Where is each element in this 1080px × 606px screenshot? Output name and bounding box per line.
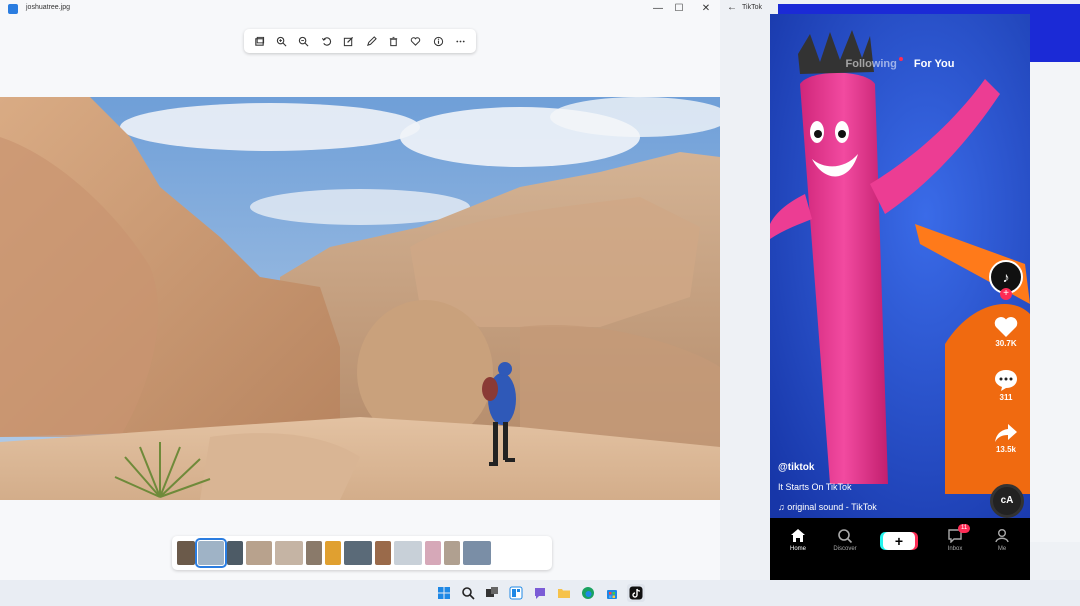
photos-window: joshuatree.jpg — ☐ ✕	[0, 0, 720, 580]
filmstrip-thumbnail[interactable]	[425, 541, 441, 565]
file-explorer-icon[interactable]	[555, 584, 573, 602]
comment-icon	[995, 370, 1017, 391]
draw-icon[interactable]	[362, 32, 380, 50]
rotate-icon[interactable]	[317, 32, 335, 50]
tiktok-side-panel	[1030, 62, 1080, 542]
favorite-icon[interactable]	[407, 32, 425, 50]
edit-icon[interactable]	[340, 32, 358, 50]
zoom-in-icon[interactable]	[273, 32, 291, 50]
tab-for-you[interactable]: For You	[914, 58, 955, 70]
delete-icon[interactable]	[385, 32, 403, 50]
discover-search-icon	[838, 529, 853, 543]
tab-following[interactable]: Following	[845, 57, 903, 70]
bottom-nav: Home Discover + 11 Inbox Me	[770, 518, 1030, 580]
tiktok-app: Following For You ♪ + 30.7K 311 13.5k @t…	[770, 14, 1030, 580]
chat-icon[interactable]	[531, 584, 549, 602]
comment-count: 311	[999, 393, 1013, 402]
filmstrip-thumbnail[interactable]	[463, 541, 491, 565]
tiktok-titlebar	[720, 0, 770, 580]
task-view-icon[interactable]	[483, 584, 501, 602]
widgets-icon[interactable]	[507, 584, 525, 602]
tiktok-window-title: TikTok	[742, 4, 762, 11]
filmstrip-thumbnail[interactable]	[375, 541, 391, 565]
filmstrip-thumbnail[interactable]	[394, 541, 422, 565]
filmstrip-thumbnail[interactable]	[306, 541, 322, 565]
comment-button[interactable]: 311	[986, 368, 1026, 402]
tab-following-label: Following	[845, 58, 897, 70]
video-description: It Starts On TikTok	[778, 482, 852, 492]
start-icon[interactable]	[435, 584, 453, 602]
filmstrip	[172, 536, 552, 570]
maximize-button[interactable]: ☐	[669, 2, 689, 16]
main-photo[interactable]	[0, 97, 720, 500]
nav-discover-label: Discover	[833, 546, 857, 552]
store-icon[interactable]	[603, 584, 621, 602]
nav-discover[interactable]: Discover	[825, 528, 865, 552]
home-icon	[791, 529, 805, 542]
search-icon[interactable]	[459, 584, 477, 602]
photo-toolbar	[244, 29, 476, 53]
info-icon[interactable]	[429, 32, 447, 50]
nav-home[interactable]: Home	[778, 528, 818, 552]
nav-home-label: Home	[789, 546, 806, 552]
profile-icon	[995, 529, 1009, 543]
nav-me[interactable]: Me	[982, 528, 1022, 552]
filmstrip-thumbnail[interactable]	[325, 541, 341, 565]
heart-icon	[994, 317, 1018, 337]
filmstrip-thumbnail[interactable]	[227, 541, 243, 565]
minimize-button[interactable]: —	[648, 2, 668, 16]
nav-me-label: Me	[997, 546, 1007, 552]
nav-inbox-label: Inbox	[947, 546, 963, 552]
inbox-badge: 11	[958, 524, 971, 533]
filmstrip-thumbnail[interactable]	[344, 541, 372, 565]
zoom-out-icon[interactable]	[295, 32, 313, 50]
creator-avatar[interactable]: ♪ +	[986, 260, 1026, 300]
filmstrip-thumbnail[interactable]	[275, 541, 303, 565]
share-icon	[995, 424, 1017, 442]
filmstrip-thumbnail[interactable]	[177, 541, 195, 565]
follow-plus-icon[interactable]: +	[1000, 288, 1012, 300]
sound-name: original sound - TikTok	[787, 502, 877, 512]
filmstrip-thumbnail[interactable]	[444, 541, 460, 565]
create-button[interactable]: +	[883, 532, 915, 550]
window-title: joshuatree.jpg	[26, 4, 70, 11]
like-count: 30.7K	[995, 339, 1017, 348]
video-sound[interactable]: ♫ original sound - TikTok	[778, 502, 877, 512]
music-note-icon: ♫	[778, 502, 788, 512]
back-button[interactable]: ←	[727, 2, 737, 13]
share-button[interactable]: 13.5k	[986, 422, 1026, 454]
share-count: 13.5k	[995, 445, 1017, 454]
feed-tabs: Following For You	[770, 57, 1030, 70]
filmstrip-thumbnail[interactable]	[195, 538, 227, 568]
nav-inbox[interactable]: 11 Inbox	[935, 524, 975, 552]
edge-icon[interactable]	[579, 584, 597, 602]
photos-titlebar: joshuatree.jpg — ☐ ✕	[0, 0, 720, 18]
more-icon[interactable]	[452, 32, 470, 50]
close-button[interactable]: ✕	[696, 2, 716, 16]
gallery-icon[interactable]	[250, 32, 268, 50]
taskbar	[0, 580, 1080, 606]
sound-disc-icon[interactable]: cA	[990, 484, 1024, 518]
video-username[interactable]: @tiktok	[778, 462, 814, 473]
photos-app-icon	[8, 4, 18, 14]
filmstrip-thumbnail[interactable]	[246, 541, 272, 565]
like-button[interactable]: 30.7K	[986, 316, 1026, 348]
new-dot	[898, 57, 903, 61]
tiktok-icon[interactable]	[627, 584, 645, 602]
